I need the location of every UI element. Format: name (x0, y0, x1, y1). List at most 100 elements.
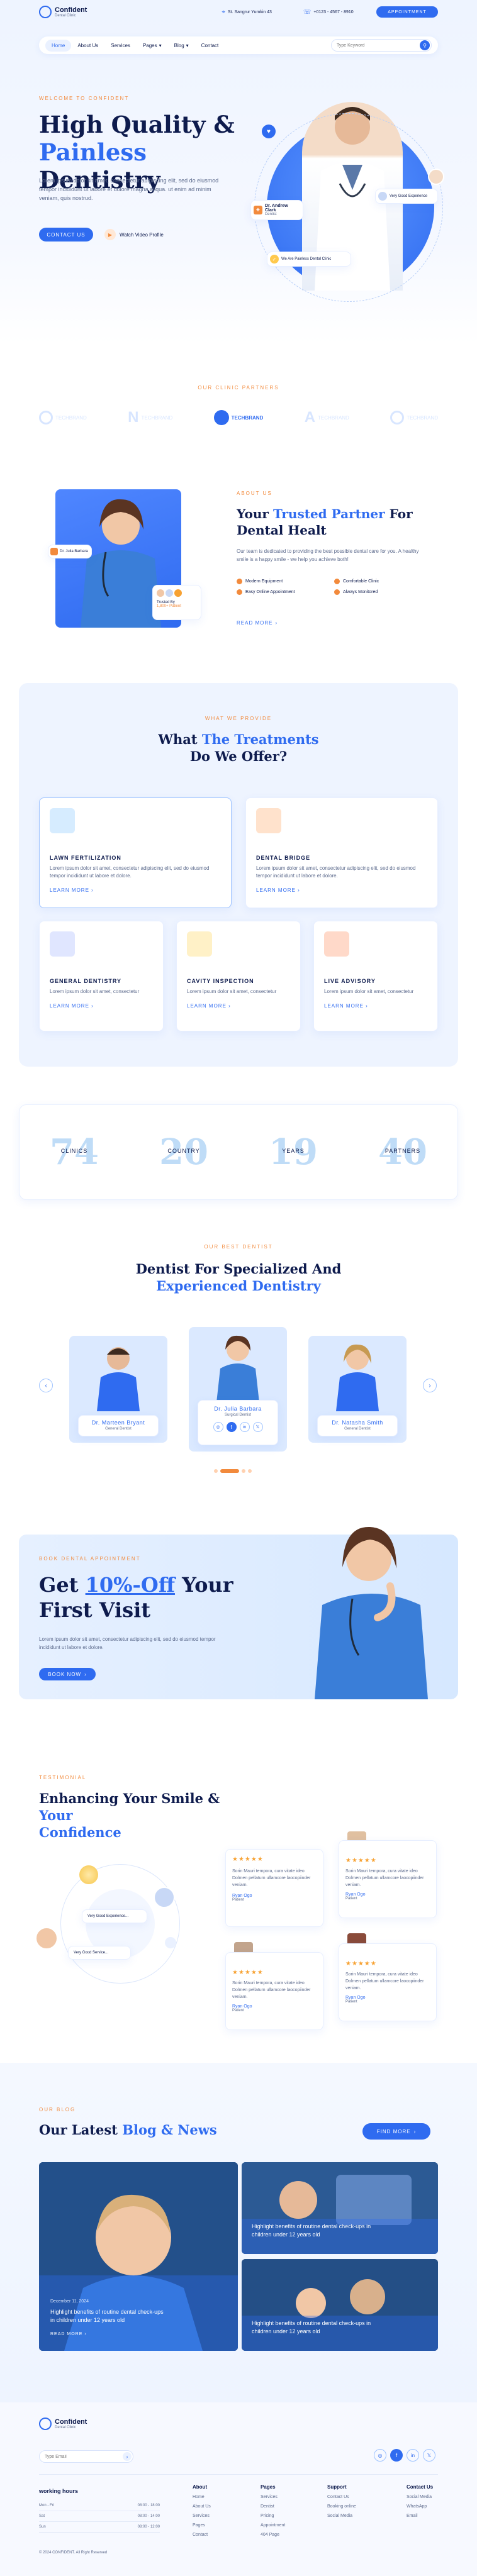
learn-more-link[interactable]: LEARN MORE › (50, 887, 221, 893)
offer-image (308, 1517, 434, 1699)
contact-us-button[interactable]: CONTACT US (39, 228, 93, 242)
treatment-card[interactable]: CAVITY INSPECTION Lorem ipsum dolor sit … (176, 921, 301, 1031)
footer-link[interactable]: Email (407, 2514, 444, 2518)
avatar (174, 589, 182, 597)
about-title: Your Trusted Partner For Dental Healt (237, 506, 413, 538)
about-read-more-link[interactable]: READ MORE › (237, 620, 278, 626)
stat-item: 74 CLINICS (50, 1131, 99, 1173)
blog-title: Our Latest Blog & News (39, 2122, 217, 2138)
carousel-dot[interactable] (242, 1469, 245, 1473)
badge-icon: ✚ (254, 206, 262, 214)
footer-link[interactable]: Booking online (327, 2504, 384, 2509)
advisory-icon (324, 931, 349, 957)
brand-name: Confident (55, 6, 87, 14)
carousel-prev-button[interactable]: ‹ (39, 1379, 53, 1392)
blog-eyebrow: OUR BLOG (39, 2107, 76, 2112)
treatment-card[interactable]: LIVE ADVISORY Lorem ipsum dolor sit amet… (313, 921, 438, 1031)
carousel-next-button[interactable]: › (423, 1379, 437, 1392)
play-icon: ▶ (104, 229, 116, 240)
dentist-card[interactable]: Dr. Natasha Smith General Dentist (308, 1336, 407, 1443)
dentists-title: Dentist For Specialized And Experienced … (135, 1261, 342, 1294)
watch-video-button[interactable]: ▶ Watch Video Profile (104, 229, 164, 240)
brand-logo[interactable]: Confident Dental Clinic (39, 6, 87, 18)
footer-link[interactable]: 404 Page (261, 2533, 317, 2537)
inspection-icon (187, 931, 212, 957)
blog-read-more-link[interactable]: READ MORE › (50, 2332, 87, 2336)
find-more-button[interactable]: FIND MORE › (362, 2123, 430, 2140)
learn-more-link[interactable]: LEARN MORE › (50, 1003, 153, 1009)
carousel-dot[interactable] (248, 1469, 252, 1473)
appointment-button[interactable]: APPOINTMENT (376, 6, 438, 18)
footer-link[interactable]: Pages (193, 2523, 249, 2528)
footer-link[interactable]: Contact (193, 2533, 249, 2537)
check-icon (237, 579, 242, 584)
learn-more-link[interactable]: LEARN MORE › (324, 1003, 427, 1009)
facebook-icon[interactable]: f (390, 2449, 403, 2462)
bridge-icon (256, 808, 281, 833)
footer-link[interactable]: Appointment (261, 2523, 317, 2528)
testimonials-title: Enhancing Your Smile & Your Confidence (39, 1790, 220, 1840)
footer-col-about: About Home About Us Services Pages Conta… (193, 2484, 249, 2542)
learn-more-link[interactable]: LEARN MORE › (256, 887, 427, 893)
footer-divider (39, 2474, 438, 2475)
avatar (154, 1887, 175, 1908)
treatment-card[interactable]: DENTAL BRIDGE Lorem ipsum dolor sit amet… (245, 797, 438, 908)
dentist-card[interactable]: Dr. Marteen Bryant General Dentist (69, 1336, 167, 1443)
newsletter-input[interactable] (45, 2454, 123, 2459)
phone-icon: ☏ (303, 8, 311, 16)
search-input[interactable] (337, 43, 420, 48)
footer-link[interactable]: Services (193, 2514, 249, 2518)
search-box: ⚲ (331, 39, 432, 52)
chevron-down-icon: ▾ (159, 42, 162, 48)
footer-link[interactable]: Services (261, 2495, 317, 2499)
x-icon[interactable]: 𝕏 (252, 1422, 263, 1432)
testimonial-card: ★★★★★ Sorin Mauri tempora, cura vitate i… (339, 1943, 437, 2021)
footer-link[interactable]: Contact Us (327, 2495, 384, 2499)
footer-link[interactable]: About Us (193, 2504, 249, 2509)
nav-item-home[interactable]: Home (45, 39, 72, 52)
learn-more-link[interactable]: LEARN MORE › (187, 1003, 290, 1009)
footer-link[interactable]: Pricing (261, 2514, 317, 2518)
nav-item-blog[interactable]: Blog ▾ (168, 40, 195, 52)
search-icon[interactable]: ⚲ (420, 40, 430, 50)
footer-brand[interactable]: Confident Dental Clinic (39, 2418, 87, 2430)
nav-item-contact[interactable]: Contact (195, 40, 225, 52)
badge-icon (50, 548, 58, 555)
book-now-button[interactable]: BOOK NOW › (39, 1668, 96, 1680)
rating-stars: ★★★★★ (232, 1856, 264, 1863)
footer-link[interactable]: Social Media (407, 2495, 444, 2499)
avatar (79, 1865, 98, 1884)
nav-item-pages[interactable]: Pages ▾ (137, 40, 168, 52)
dentist-info: Dr. Marteen Bryant General Dentist (78, 1415, 159, 1436)
instagram-icon[interactable]: ◎ (374, 2449, 386, 2462)
carousel-dot[interactable] (214, 1469, 218, 1473)
footer-link[interactable]: Home (193, 2495, 249, 2499)
check-icon (237, 589, 242, 595)
blog-side-card[interactable]: Highlight benefits of routine dental che… (242, 2259, 438, 2351)
rating-stars: ★★★★★ (345, 1857, 377, 1864)
dentist-photo (334, 1342, 381, 1411)
blog-main-card[interactable]: December 11, 2024 Highlight benefits of … (39, 2162, 238, 2351)
linkedin-icon[interactable]: in (407, 2449, 419, 2462)
dentist-card[interactable]: Dr. Julia Barbara Surgical Dentist ◎ f i… (189, 1327, 287, 1452)
footer-social: ◎ f in 𝕏 (374, 2449, 435, 2462)
stat-item: 40 PARTNERS (378, 1131, 427, 1173)
lawn-icon (50, 808, 75, 833)
play-icon (165, 1937, 176, 1948)
footer-link[interactable]: WhatsApp (407, 2504, 444, 2509)
x-icon[interactable]: 𝕏 (423, 2449, 435, 2462)
send-icon[interactable]: › (123, 2452, 132, 2461)
linkedin-icon[interactable]: in (239, 1422, 250, 1432)
nav-item-services[interactable]: Services (104, 40, 137, 52)
footer-link[interactable]: Social Media (327, 2514, 384, 2518)
carousel-dot[interactable] (220, 1469, 239, 1473)
facebook-icon[interactable]: f (226, 1422, 237, 1432)
treatment-card[interactable]: LAWN FERTILIZATION Lorem ipsum dolor sit… (39, 797, 232, 908)
avatar (157, 589, 164, 597)
treatment-card[interactable]: GENERAL DENTISTRY Lorem ipsum dolor sit … (39, 921, 164, 1031)
hero-avatar-small (428, 169, 444, 185)
blog-side-card[interactable]: Highlight benefits of routine dental che… (242, 2162, 438, 2254)
nav-item-about[interactable]: About Us (71, 40, 104, 52)
instagram-icon[interactable]: ◎ (213, 1422, 223, 1432)
footer-link[interactable]: Dentist (261, 2504, 317, 2509)
